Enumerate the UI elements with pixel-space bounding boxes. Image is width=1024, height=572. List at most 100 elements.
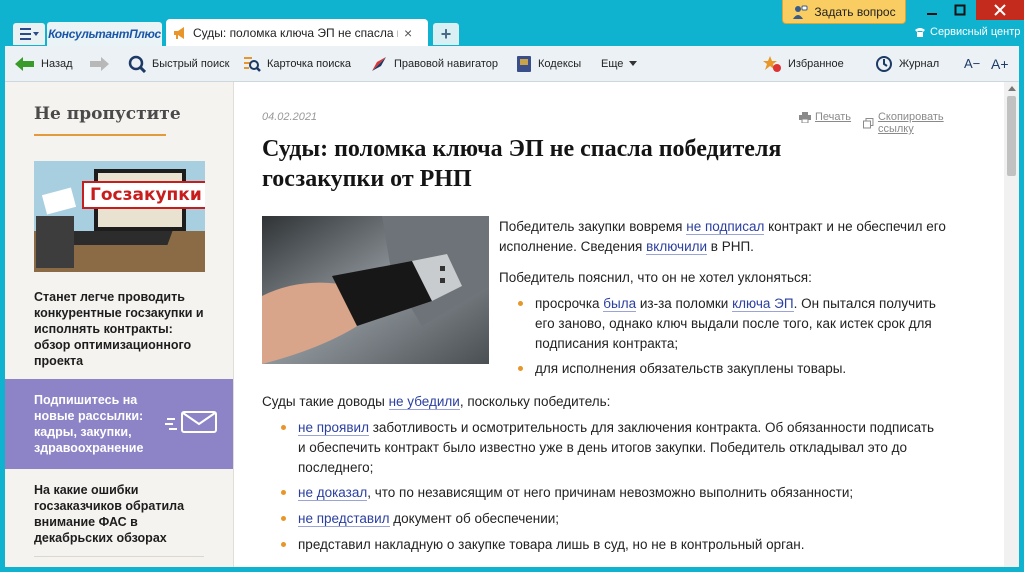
back-button[interactable]: Назад — [15, 46, 73, 81]
sidebar-heading: Не пропустите — [34, 104, 181, 124]
text-fragment: его заново, однако ключ выдали после тог… — [535, 316, 932, 331]
more-menu-button[interactable]: Еще — [601, 46, 638, 81]
promo-banner: Госзакупки — [82, 181, 205, 209]
search-card-icon — [244, 56, 261, 72]
print-link[interactable]: Печать — [799, 111, 851, 123]
favorites-label: Избранное — [788, 57, 844, 70]
close-window-button[interactable] — [976, 0, 1024, 20]
maximize-icon — [954, 4, 966, 16]
journal-button[interactable]: Журнал — [875, 46, 939, 81]
text-fragment: контракт и не обеспечил его — [764, 219, 946, 234]
font-larger-label: A+ — [991, 55, 1009, 72]
copy-link-label: Скопировать ссылку — [877, 111, 944, 135]
more-label: Еще — [601, 57, 624, 70]
scrollbar-thumb[interactable] — [1007, 96, 1016, 176]
new-tab-button[interactable]: + — [433, 23, 459, 45]
text-fragment: подписания контракта; — [535, 336, 679, 351]
text-fragment: Суды такие доводы — [262, 394, 389, 409]
search-icon — [128, 55, 146, 73]
codes-label: Кодексы — [538, 57, 582, 70]
phone-icon — [915, 28, 925, 37]
link-klyucha-ep[interactable]: ключа ЭП — [732, 296, 794, 312]
article-date: 04.02.2021 — [262, 111, 318, 123]
legal-navigator-button[interactable]: Правовой навигатор — [370, 46, 498, 81]
arrow-left-icon — [15, 56, 34, 71]
text-fragment: документ об обеспечении; — [389, 511, 560, 526]
sidebar-news-link-1[interactable]: Станет легче проводить конкурентные госз… — [34, 289, 206, 369]
laptop-illustration — [34, 161, 205, 272]
font-smaller-button[interactable]: A− — [964, 46, 980, 81]
article: 04.02.2021 Печать Скопировать ссылку Суд… — [262, 82, 982, 567]
bullet-item-6: представил накладную о закупке товара ли… — [298, 537, 805, 552]
search-card-button[interactable]: Карточка поиска — [243, 46, 351, 81]
bullet-dot — [518, 366, 523, 371]
sidebar-news-link-2[interactable]: На какие ошибки госзаказчиков обратила в… — [34, 482, 206, 546]
chevron-down-icon — [32, 32, 39, 36]
font-larger-button[interactable]: A+ — [991, 46, 1009, 81]
title-bar: КонсультантПлюс Суды: поломка ключа ЭП н… — [0, 0, 1024, 46]
sidebar-divider — [34, 556, 204, 557]
text-fragment: из-за поломки — [636, 296, 733, 311]
scroll-up-icon[interactable] — [1008, 86, 1016, 91]
legal-navigator-label: Правовой навигатор — [394, 57, 498, 70]
subscribe-text: Подпишитесь на новые рассылки: кадры, за… — [34, 393, 144, 455]
mail-icon — [165, 411, 217, 433]
content-area: Не пропустите Госзакупки Станет легче пр… — [5, 82, 1019, 567]
link-ne-podpisal[interactable]: не подписал — [686, 219, 765, 235]
link-ne-ubedili[interactable]: не убедили — [388, 394, 460, 410]
arrow-right-icon — [90, 56, 109, 71]
chevron-down-icon — [629, 61, 638, 66]
promo-banner-text: Госзакупки — [90, 185, 202, 205]
subscribe-banner[interactable]: Подпишитесь на новые рассылки: кадры, за… — [5, 379, 233, 469]
link-ne-predstavil[interactable]: не представил — [298, 511, 390, 527]
search-card-label: Карточка поиска — [267, 57, 352, 70]
codes-button[interactable]: Кодексы — [516, 46, 581, 81]
home-tab-logo[interactable]: КонсультантПлюс — [47, 22, 162, 46]
copy-icon — [863, 117, 874, 128]
service-center-link[interactable]: Сервисный центр — [914, 26, 1020, 38]
sidebar: Не пропустите Госзакупки Станет легче пр… — [5, 82, 234, 567]
tab-document-title: Суды: поломка ключа ЭП не спасла побе — [193, 25, 398, 40]
service-center-label: Сервисный центр — [930, 26, 1021, 38]
compass-icon — [372, 56, 386, 71]
main-menu-button[interactable] — [13, 23, 45, 45]
print-icon — [799, 111, 811, 123]
print-label: Печать — [815, 111, 852, 123]
bullet-item-4: не доказал, что по независящим от него п… — [298, 483, 853, 503]
paragraph-2: Победитель пояснил, что он не хотел укло… — [499, 270, 812, 285]
link-ne-dokazal[interactable]: не доказал — [298, 485, 368, 501]
main-toolbar: Назад Быстрый поиск Карточка поиска Прав… — [5, 46, 1019, 82]
text-fragment: и обеспечить контракт было известно уже … — [298, 440, 908, 455]
star-icon — [763, 55, 781, 72]
copy-link-button[interactable]: Скопировать ссылку — [863, 111, 982, 135]
hamburger-icon — [19, 28, 31, 40]
text-fragment: , что по независящим от него причинам не… — [367, 485, 854, 500]
font-smaller-label: A− — [964, 56, 981, 71]
bullet-item-2: для исполнения обязательств закуплены то… — [535, 361, 847, 376]
text-fragment: последнего; — [298, 460, 374, 475]
ask-question-label: Задать вопрос — [814, 4, 896, 19]
bullet-dot — [518, 301, 523, 306]
tab-document[interactable]: Суды: поломка ключа ЭП не спасла побе × — [166, 19, 428, 46]
codes-book-icon — [517, 55, 531, 72]
link-ne-proyavil[interactable]: не проявил — [298, 420, 369, 436]
close-tab-icon[interactable]: × — [404, 25, 412, 41]
consultant-person-icon — [793, 5, 808, 19]
link-vklyuchili[interactable]: включили — [646, 239, 708, 255]
vertical-scrollbar[interactable] — [1004, 82, 1019, 567]
maximize-button[interactable] — [942, 0, 978, 20]
bullet-dot — [281, 516, 286, 521]
paragraph-1: Победитель закупки вовремя не подписал к… — [499, 217, 946, 257]
text-fragment: . Он пытался получить — [793, 296, 936, 311]
forward-button[interactable] — [89, 46, 109, 81]
ask-question-button[interactable]: Задать вопрос — [782, 0, 906, 24]
promo-image-goszakupki[interactable]: Госзакупки — [34, 161, 205, 272]
text-fragment: просрочка — [535, 296, 604, 311]
link-byla[interactable]: была — [603, 296, 637, 312]
quick-search-button[interactable]: Быстрый поиск — [128, 46, 229, 81]
favorites-button[interactable]: Избранное — [762, 46, 844, 81]
article-photo-usb-key — [262, 216, 489, 364]
bullet-dot — [281, 425, 286, 430]
journal-label: Журнал — [899, 57, 940, 70]
text-fragment: исполнение. Сведения — [499, 239, 647, 254]
